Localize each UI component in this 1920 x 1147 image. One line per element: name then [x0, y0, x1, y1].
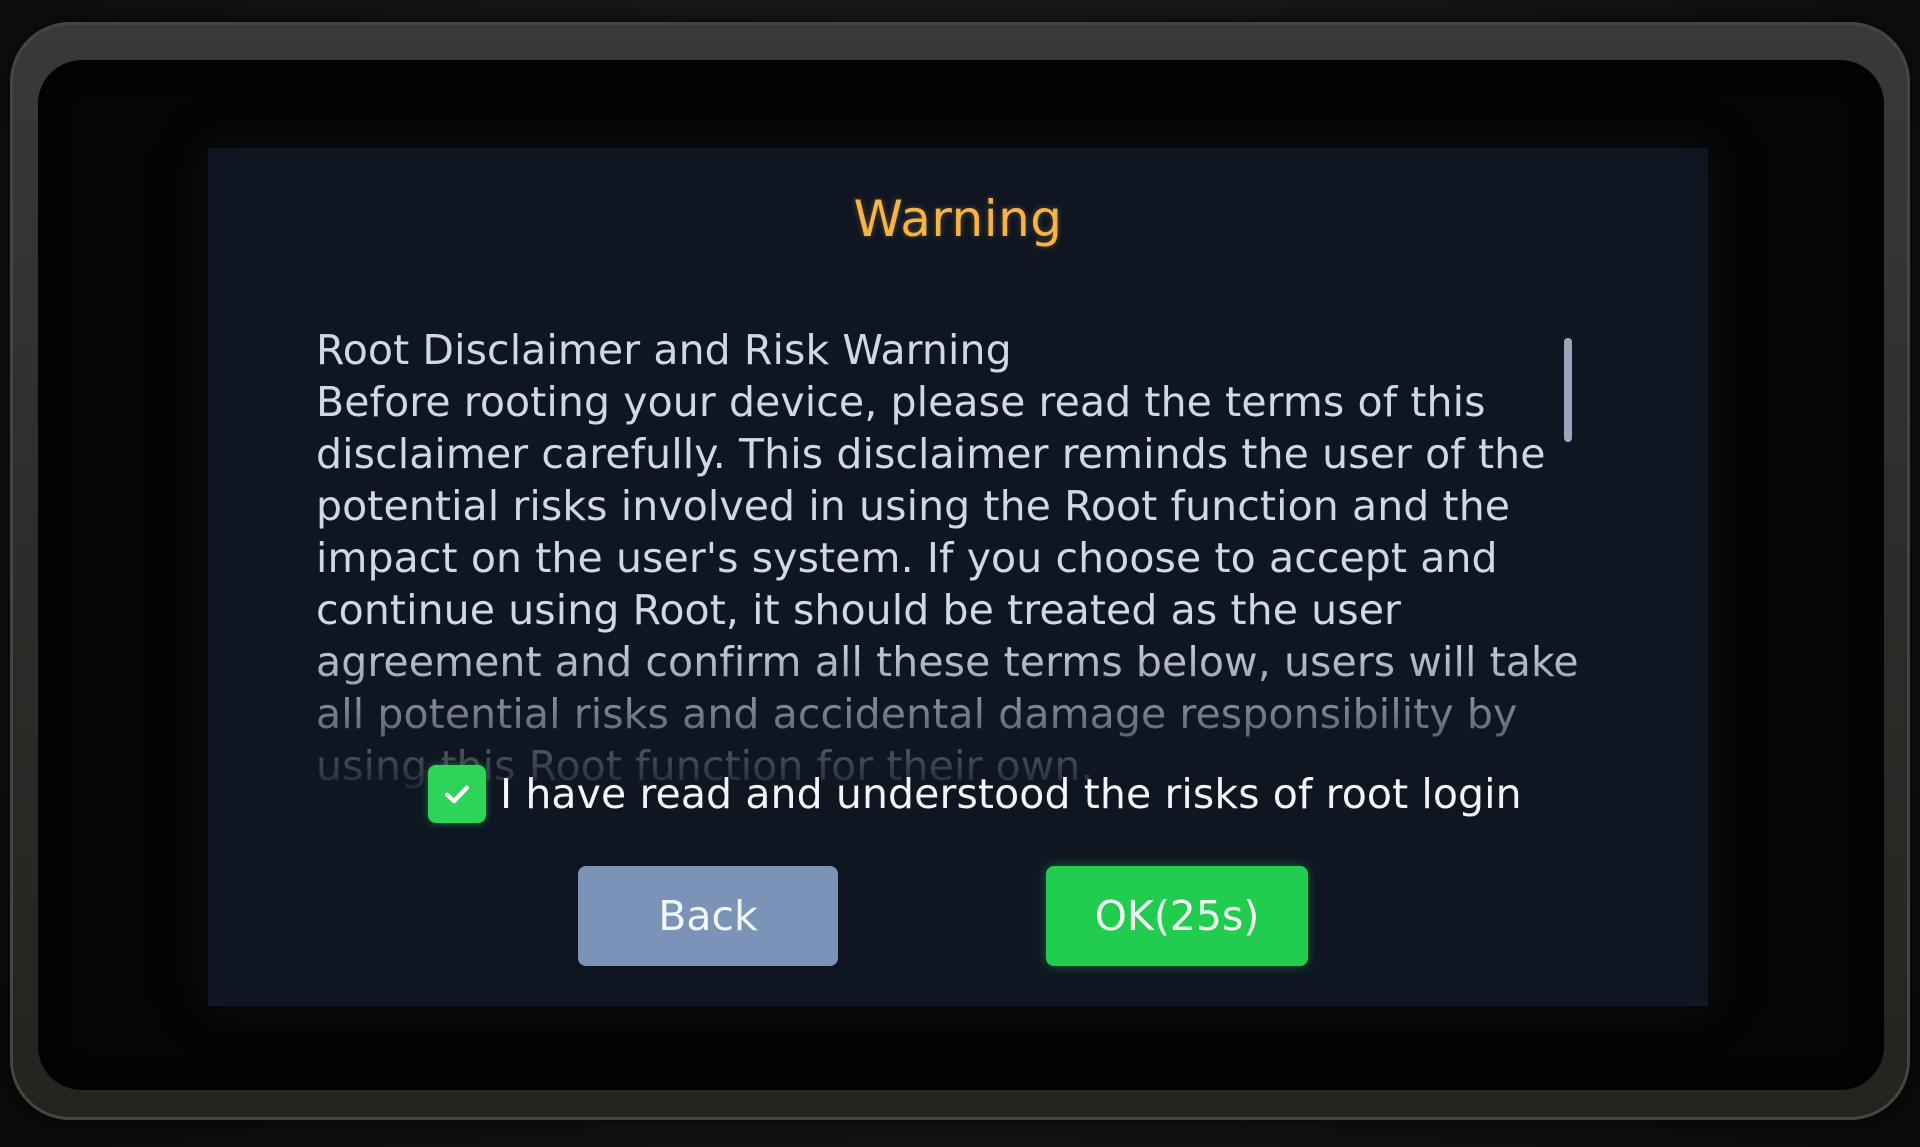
- ok-button[interactable]: OK(25s): [1046, 866, 1308, 966]
- disclaimer-scrollbar[interactable]: [1564, 338, 1572, 728]
- check-icon: [444, 785, 470, 804]
- dialog-title: Warning: [853, 190, 1063, 248]
- scrollbar-thumb[interactable]: [1564, 338, 1572, 442]
- warning-dialog: Warning Root Disclaimer and Risk Warning…: [208, 148, 1708, 1006]
- consent-row[interactable]: I have read and understood the risks of …: [428, 764, 1522, 824]
- consent-checkbox[interactable]: [428, 765, 486, 823]
- disclaimer-heading: Root Disclaimer and Risk Warning: [316, 326, 1012, 374]
- consent-label[interactable]: I have read and understood the risks of …: [500, 770, 1522, 818]
- back-button[interactable]: Back: [578, 866, 838, 966]
- disclaimer-scroll-area[interactable]: Root Disclaimer and Risk Warning Before …: [316, 324, 1708, 924]
- disclaimer-body: Before rooting your device, please read …: [316, 378, 1579, 790]
